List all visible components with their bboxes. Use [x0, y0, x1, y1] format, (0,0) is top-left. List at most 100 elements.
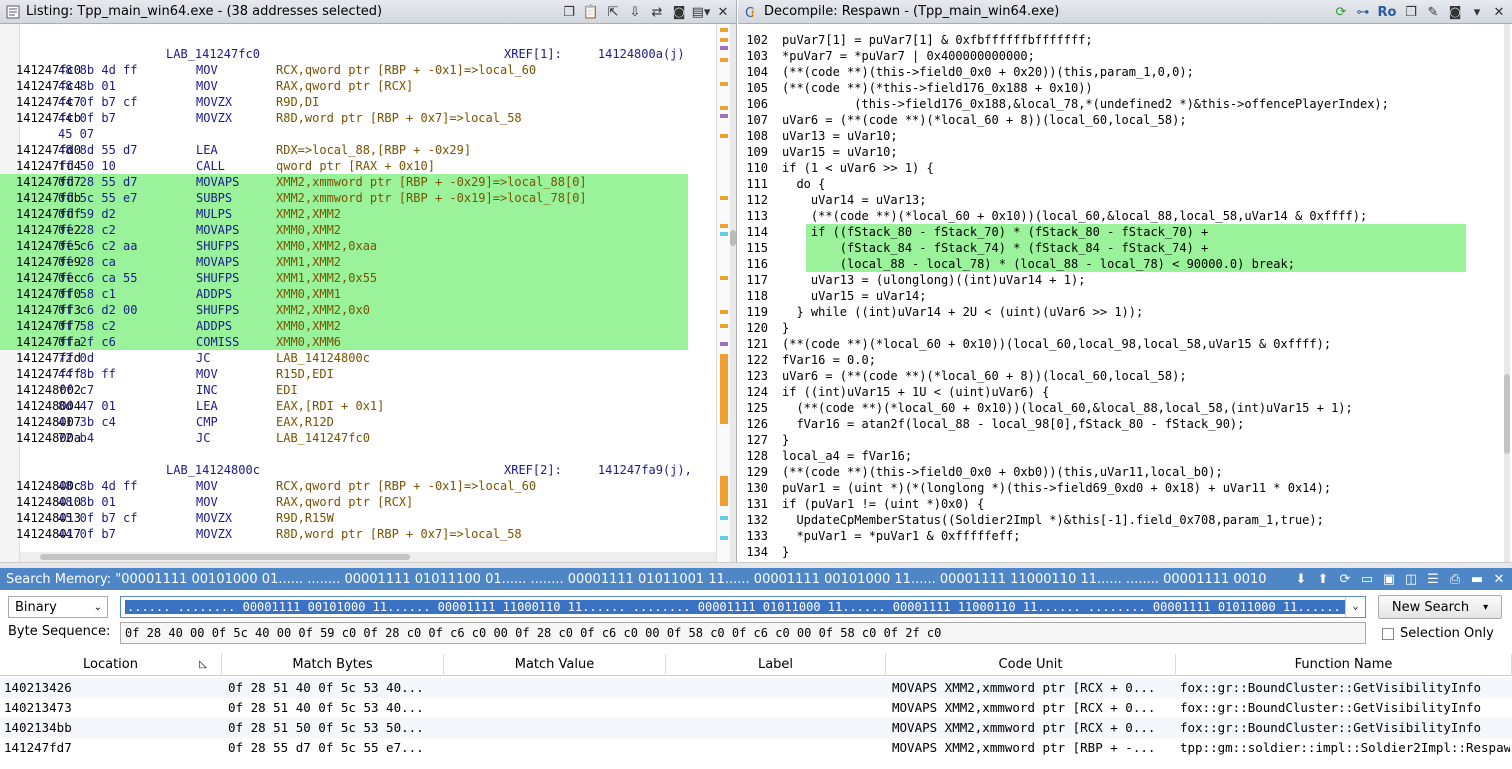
copy-icon[interactable]: ❐: [1402, 3, 1420, 21]
operands[interactable]: R15D,EDI: [276, 366, 334, 382]
layout-menu-icon[interactable]: ▤▾: [692, 3, 711, 21]
mnemonic[interactable]: SHUFPS: [196, 238, 239, 254]
results-table-row[interactable]: 1402134bb 0f 28 51 50 0f 5c 53 50... MOVAP…: [0, 718, 1512, 738]
listing-row[interactable]: 141247fe5 0f c6 c2 aa SHUFPS XMM0,XMM2,0xaa: [0, 238, 688, 254]
mnemonic[interactable]: MOV: [196, 494, 218, 510]
decompile-line[interactable]: 127}: [738, 432, 1468, 448]
column-header-label[interactable]: Label: [666, 654, 886, 676]
column-header-code-unit[interactable]: Code Unit: [886, 654, 1176, 676]
decompile-line[interactable]: 126 fVar16 = atan2f(local_88 - local_98[…: [738, 416, 1468, 432]
listing-row[interactable]: 14124800a 72 b4 JC LAB_141247fc0: [0, 430, 688, 446]
column-header-location[interactable]: Location ◺: [0, 654, 222, 676]
window-layout-alt-icon[interactable]: ▣: [1380, 570, 1398, 588]
delete-icon[interactable]: ▬: [1468, 570, 1486, 588]
mnemonic[interactable]: LEA: [196, 398, 218, 414]
decompile-line[interactable]: 109 uVar15 = uVar10;: [738, 144, 1468, 160]
code-text[interactable]: (**(code **)(*local_60 + 0x10))(local_60…: [782, 336, 1331, 352]
listing-row[interactable]: 141247fd7 0f 28 55 d7 MOVAPS XMM2,xmmword p…: [0, 174, 688, 190]
listing-row[interactable]: 141248010 48 8b 01 MOV RAX,qword ptr [RCX]: [0, 494, 688, 510]
code-text[interactable]: uVar13 = (ulonglong)((int)uVar14 + 1);: [782, 272, 1086, 288]
mnemonic[interactable]: CALL: [196, 158, 225, 174]
diff-view-icon[interactable]: ⇄: [648, 3, 666, 21]
operands[interactable]: XMM0,XMM2: [276, 318, 341, 334]
code-text[interactable]: UpdateCpMemberStatus((Soldier2Impl *)&th…: [782, 512, 1323, 528]
listing-vertical-scrollbar[interactable]: [730, 24, 736, 562]
listing-row[interactable]: [0, 446, 688, 462]
mnemonic[interactable]: ADDPS: [196, 286, 232, 302]
mnemonic[interactable]: JC: [196, 430, 210, 446]
column-header-match-value[interactable]: Match Value: [444, 654, 666, 676]
operands[interactable]: RDX=>local_88,[RBP + -0x29]: [276, 142, 471, 158]
code-text[interactable]: uVar14 = uVar13;: [782, 192, 927, 208]
code-text[interactable]: uVar13 = uVar10;: [782, 128, 898, 144]
decompile-line[interactable]: 129 (**(code **)(this->field0_0x0 + 0xb0)…: [738, 464, 1468, 480]
code-text[interactable]: do {: [782, 176, 825, 192]
results-table-row[interactable]: 141247fd7 0f 28 55 d7 0f 5c 55 e7... MOVAP…: [0, 738, 1512, 758]
mnemonic[interactable]: ADDPS: [196, 318, 232, 334]
decompile-line[interactable]: 106 (this->field176_0x188,&local_78,*(un…: [738, 96, 1468, 112]
mnemonic[interactable]: LEA: [196, 142, 218, 158]
code-text[interactable]: uVar6 = (**(code **)(*local_60 + 8))(loc…: [782, 368, 1187, 384]
operands[interactable]: EAX,[RDI + 0x1]: [276, 398, 384, 414]
search-query-input[interactable]: ...... ........ 00001111 00101000 11....…: [120, 596, 1366, 618]
listing-row[interactable]: 141248004 8d 47 01 LEA EAX,[RDI + 0x1]: [0, 398, 688, 414]
listing-row[interactable]: 141247fe9 0f 28 ca MOVAPS XMM1,XMM2: [0, 254, 688, 270]
arrow-down-icon[interactable]: ⬇: [1292, 570, 1310, 588]
listing-row[interactable]: 141247fec 0f c6 ca 55 SHUFPS XMM1,XMM2,0x55: [0, 270, 688, 286]
refresh-icon[interactable]: ⟳: [1332, 3, 1350, 21]
decompile-line[interactable]: 122 fVar16 = 0.0;: [738, 352, 1468, 368]
decompile-line[interactable]: 132 UpdateCpMemberStatus((Soldier2Impl *…: [738, 512, 1468, 528]
code-text[interactable]: (this->field176_0x188,&local_78,*(undefi…: [782, 96, 1389, 112]
listing-row[interactable]: 45 07: [0, 126, 688, 142]
mnemonic[interactable]: SHUFPS: [196, 270, 239, 286]
operands[interactable]: RCX,qword ptr [RBP + -0x1]=>local_60: [276, 478, 536, 494]
mnemonic[interactable]: MOVZX: [196, 526, 232, 542]
decompile-line[interactable]: 128 local_a4 = fVar16;: [738, 448, 1468, 464]
listing-row[interactable]: 141247fd0 48 8d 55 d7 LEA RDX=>local_88,[RB…: [0, 142, 688, 158]
code-text[interactable]: (**(code **)(this->field0_0x0 + 0xb0))(t…: [782, 464, 1223, 480]
operands[interactable]: RCX,qword ptr [RBP + -0x1]=>local_60: [276, 62, 536, 78]
mnemonic[interactable]: MOV: [196, 78, 218, 94]
listing-row[interactable]: 141247ff0 0f 58 c1 ADDPS XMM0,XMM1: [0, 286, 688, 302]
decompile-line[interactable]: 116 (local_88 - local_78) * (local_88 - …: [738, 256, 1468, 272]
graph-icon[interactable]: ⊶: [1354, 3, 1372, 21]
operands[interactable]: XMM0,XMM1: [276, 286, 341, 302]
operands[interactable]: EAX,R12D: [276, 414, 334, 430]
listing-row[interactable]: 141247fe2 0f 28 c2 MOVAPS XMM0,XMM2: [0, 222, 688, 238]
code-text[interactable]: (fStack_84 - fStack_74) * (fStack_84 - f…: [782, 240, 1208, 256]
decompile-line[interactable]: 123 uVar6 = (**(code **)(*local_60 + 8))(…: [738, 368, 1468, 384]
field-toggle-icon[interactable]: ⇩: [626, 3, 644, 21]
new-search-button[interactable]: New Search ▾: [1378, 595, 1502, 619]
code-text[interactable]: } while ((int)uVar14 + 2U < (uint)(uVar6…: [782, 304, 1143, 320]
operands[interactable]: LAB_141247fc0: [276, 430, 370, 446]
readonly-toggle[interactable]: Ro: [1376, 3, 1398, 21]
listing-row[interactable]: 141248013 45 0f b7 cf MOVZX R9D,R15W: [0, 510, 688, 526]
code-text[interactable]: fVar16 = 0.0;: [782, 352, 876, 368]
operands[interactable]: R9D,DI: [276, 94, 319, 110]
code-text[interactable]: if (1 < uVar6 >> 1) {: [782, 160, 934, 176]
edit-signature-icon[interactable]: ✎: [1424, 3, 1442, 21]
operands[interactable]: XMM1,XMM2,0x55: [276, 270, 377, 286]
decompile-line[interactable]: 120}: [738, 320, 1468, 336]
mnemonic[interactable]: MOVAPS: [196, 174, 239, 190]
listing-row[interactable]: 141247fc7 44 0f b7 cf MOVZX R9D,DI: [0, 94, 688, 110]
operands[interactable]: R8D,word ptr [RBP + 0x7]=>local_58: [276, 110, 522, 126]
code-label[interactable]: LAB_141247fc0: [166, 46, 260, 62]
code-text[interactable]: *puVar7 = *puVar7 | 0x400000000000;: [782, 48, 1035, 64]
code-label[interactable]: LAB_14124800c: [166, 462, 260, 478]
decompile-line[interactable]: 102 puVar7[1] = puVar7[1] & 0xfbffffffbff…: [738, 32, 1468, 48]
code-text[interactable]: fVar16 = atan2f(local_88 - local_98[0],f…: [782, 416, 1244, 432]
listing-row[interactable]: 141247ffa 0f 2f c6 COMISS XMM0,XMM6: [0, 334, 688, 350]
mnemonic[interactable]: MULPS: [196, 206, 232, 222]
code-text[interactable]: (**(code **)(this->field0_0x0 + 0x20))(t…: [782, 64, 1194, 80]
selection-only-checkbox[interactable]: Selection Only: [1382, 626, 1494, 641]
decompile-line[interactable]: 133 *puVar1 = *puVar1 & 0xfffffeff;: [738, 528, 1468, 544]
cursor-select-icon[interactable]: ⇱: [604, 3, 622, 21]
listing-row[interactable]: 141247fd4 ff 50 10 CALL qword ptr [RAX + 0x…: [0, 158, 688, 174]
operands[interactable]: XMM0,XMM6: [276, 334, 341, 350]
listing-row[interactable]: 141248002 ff c7 INC EDI: [0, 382, 688, 398]
decompile-line[interactable]: 105 (**(code **)(*this->field176_0x188 + …: [738, 80, 1468, 96]
operands[interactable]: XMM1,XMM2: [276, 254, 341, 270]
listing-row[interactable]: 14124800c 48 8b 4d ff MOV RCX,qword ptr [RB…: [0, 478, 688, 494]
export-icon[interactable]: ⎙: [1446, 570, 1464, 588]
